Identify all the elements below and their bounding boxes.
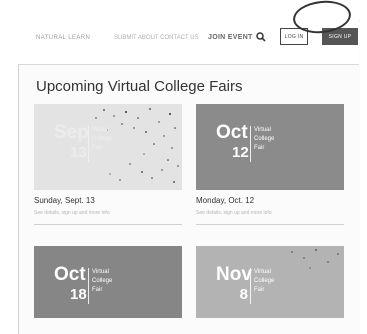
nav-join-event[interactable]: JOIN EVENT (208, 34, 253, 41)
card-event-text: Virtual College Fair (254, 268, 294, 295)
card-line-2: College (92, 278, 113, 284)
card-image: Oct 18 Virtual College Fair (34, 246, 182, 318)
page: NATURAL LEARN SUBMIT ABOUT CONTACT US JO… (0, 0, 367, 334)
card-subtitle: See details, sign up and more info (34, 210, 110, 216)
card-event-text: Virtual College Fair (92, 268, 132, 295)
card-month: Oct (54, 264, 86, 285)
site-logo[interactable]: NATURAL LEARN (36, 35, 90, 41)
nav-links[interactable]: SUBMIT ABOUT CONTACT US (114, 35, 199, 41)
card-line-3: Fair (254, 145, 265, 151)
card-line-2: College (92, 136, 113, 142)
card-date[interactable]: Sunday, Sept. 13 (34, 196, 95, 205)
card-line-1: Virtual (254, 127, 271, 133)
card-line-1: Virtual (92, 127, 109, 133)
card-underline (196, 224, 344, 225)
card-event-text: Virtual College Fair (254, 126, 294, 153)
card-month: Sep (54, 122, 89, 143)
search-icon[interactable] (256, 32, 266, 42)
card-line-3: Fair (92, 145, 103, 151)
card-line-3: Fair (254, 287, 265, 293)
card-divider (88, 126, 89, 162)
card-line-2: College (254, 136, 275, 142)
card-event-text: Virtual College Fair (92, 126, 132, 153)
card-divider (88, 268, 89, 304)
card-line-1: Virtual (254, 269, 271, 275)
card-day: 12 (232, 144, 249, 161)
card-subtitle: See details, sign up and more info (196, 210, 272, 216)
card-image: Sep 13 Virtual College Fair (34, 104, 182, 190)
card-month: Oct (216, 122, 248, 143)
card-image: Oct 12 Virtual College Fair (196, 104, 344, 190)
card-month: Nov (216, 264, 252, 285)
card-date[interactable]: Monday, Oct. 12 (196, 196, 254, 205)
card-day: 18 (70, 286, 87, 303)
card-day: 13 (70, 144, 87, 161)
section-title: Upcoming Virtual College Fairs (36, 78, 243, 95)
card-line-3: Fair (92, 287, 103, 293)
card-divider (250, 126, 251, 162)
card-image: Nov 8 Virtual College Fair (196, 246, 344, 318)
card-line-2: College (254, 278, 275, 284)
card-day: 8 (239, 286, 248, 303)
card-line-1: Virtual (92, 269, 109, 275)
card-underline (34, 224, 182, 225)
card-divider (250, 268, 251, 304)
